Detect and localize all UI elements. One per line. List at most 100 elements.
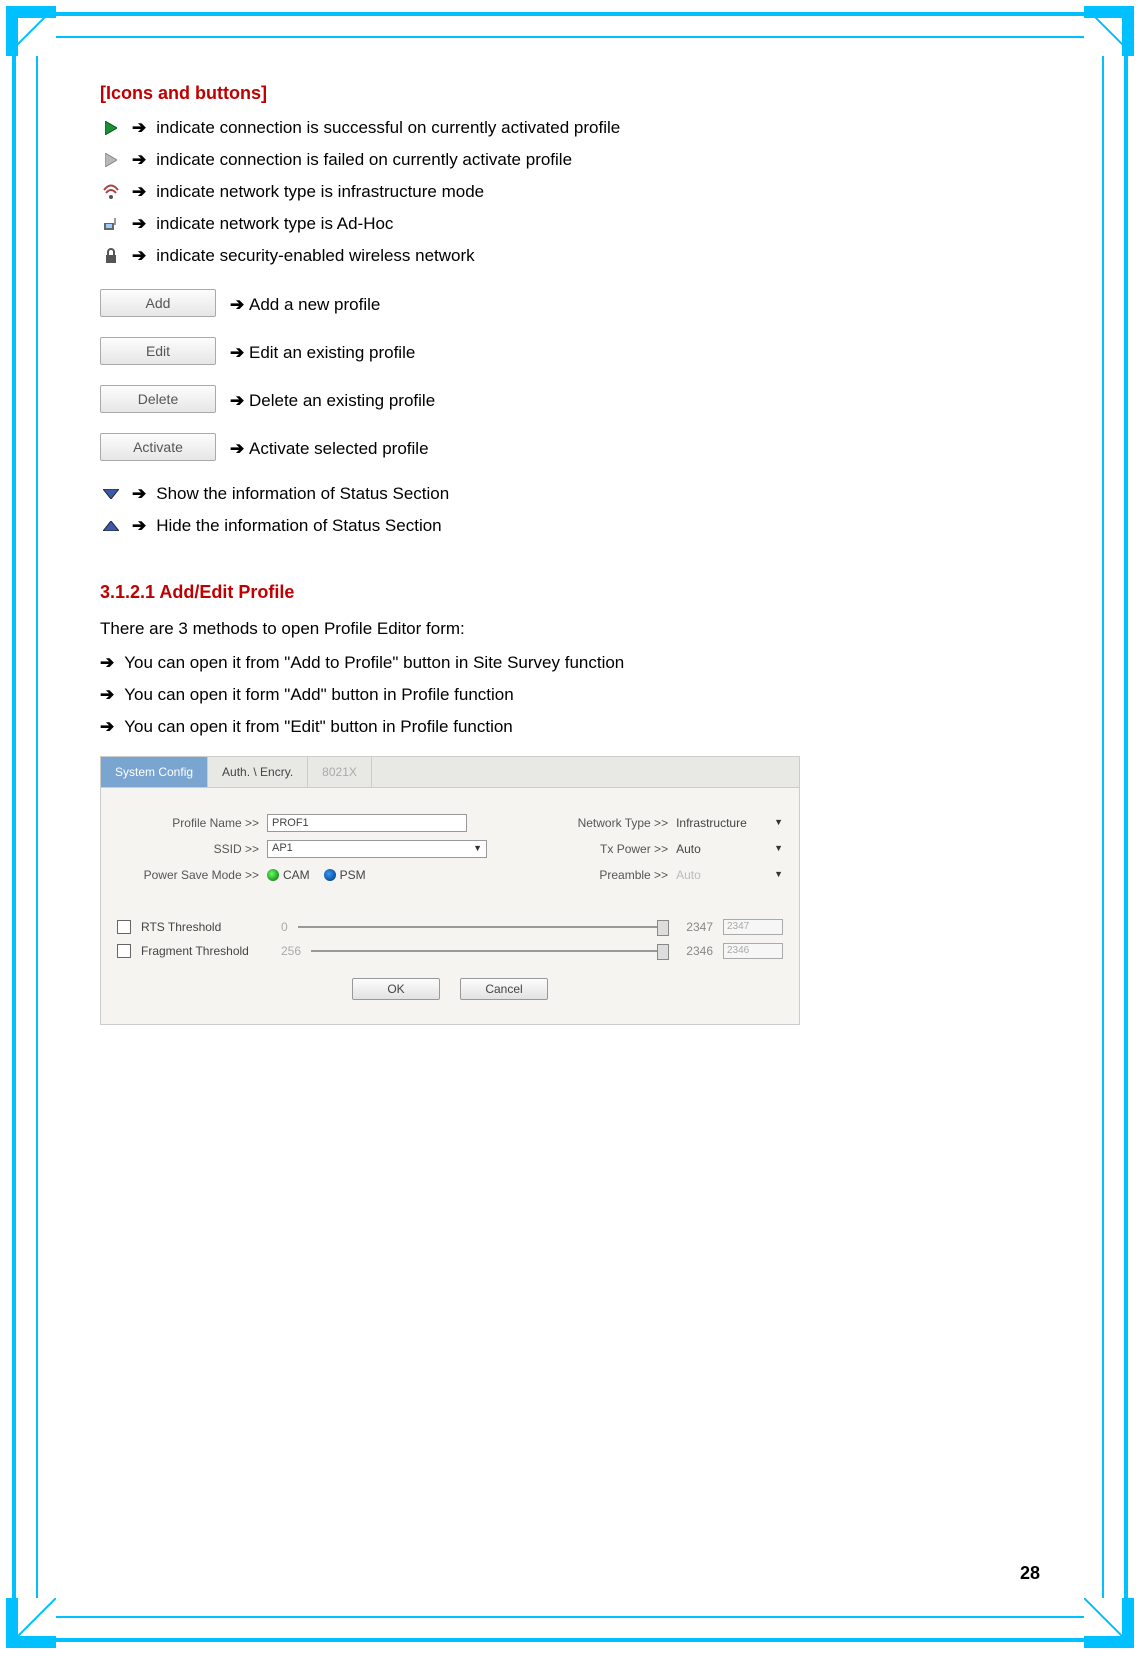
- preamble-label: Preamble >>: [568, 866, 668, 884]
- chevron-up-icon: [100, 521, 122, 531]
- fragment-checkbox[interactable]: [117, 944, 131, 958]
- corner-tl: [6, 6, 56, 56]
- legend-text: indicate security-enabled wireless netwo…: [156, 243, 474, 269]
- rts-value-box[interactable]: 2347: [723, 919, 783, 935]
- legend-row: ➔ indicate network type is Ad-Hoc: [100, 211, 1040, 237]
- corner-br: [1084, 1598, 1134, 1648]
- rts-threshold-row: RTS Threshold 0 2347 2347: [117, 918, 783, 936]
- tabs: System Config Auth. \ Encry. 8021X: [101, 757, 799, 788]
- adhoc-icon: [100, 215, 122, 233]
- corner-tr: [1084, 6, 1134, 56]
- legend-text: Hide the information of Status Section: [156, 513, 441, 539]
- button-desc: Delete an existing profile: [249, 388, 435, 414]
- power-save-row: Power Save Mode >> CAM PSM Preamble >> A…: [117, 866, 783, 884]
- page-content: [Icons and buttons] ➔ indicate connectio…: [100, 80, 1040, 1025]
- button-desc: Add a new profile: [249, 292, 380, 318]
- tab-auth-encry[interactable]: Auth. \ Encry.: [208, 757, 308, 787]
- fragment-slider[interactable]: [311, 950, 663, 952]
- network-type-value[interactable]: Infrastructure: [676, 814, 766, 832]
- activate-button[interactable]: Activate: [100, 433, 216, 461]
- legend-text: indicate network type is Ad-Hoc: [156, 211, 393, 237]
- method-text: You can open it form "Add" button in Pro…: [124, 682, 513, 708]
- infrastructure-icon: [100, 183, 122, 201]
- frag-min: 256: [281, 942, 301, 960]
- arrow-icon: ➔: [100, 682, 114, 708]
- button-desc: Edit an existing profile: [249, 340, 415, 366]
- add-button[interactable]: Add: [100, 289, 216, 317]
- fragment-label: Fragment Threshold: [141, 942, 271, 960]
- arrow-icon: ➔: [230, 388, 244, 414]
- arrow-icon: ➔: [230, 292, 244, 318]
- legend-row: ➔ indicate connection is successful on c…: [100, 115, 1040, 141]
- arrow-icon: ➔: [132, 115, 146, 141]
- legend-row: ➔ indicate network type is infrastructur…: [100, 179, 1040, 205]
- dropdown-icon: ▼: [473, 842, 482, 856]
- method-row: ➔ You can open it form "Add" button in P…: [100, 682, 1040, 708]
- rts-max: 2347: [673, 918, 713, 936]
- play-icon-green: [100, 121, 122, 135]
- ssid-label: SSID >>: [117, 840, 267, 858]
- edit-button[interactable]: Edit: [100, 337, 216, 365]
- arrow-icon: ➔: [132, 513, 146, 539]
- arrow-icon: ➔: [230, 436, 244, 462]
- ok-button[interactable]: OK: [352, 978, 440, 1000]
- page-number: 28: [1020, 1563, 1040, 1584]
- legend-text: Show the information of Status Section: [156, 481, 449, 507]
- profile-name-input[interactable]: PROF1: [267, 814, 467, 832]
- delete-button[interactable]: Delete: [100, 385, 216, 413]
- editor-actions: OK Cancel: [117, 966, 783, 1012]
- network-type-label: Network Type >>: [568, 814, 668, 832]
- fragment-value-box[interactable]: 2346: [723, 943, 783, 959]
- tab-system-config[interactable]: System Config: [101, 757, 208, 787]
- cam-radio[interactable]: CAM: [267, 866, 310, 884]
- ssid-select[interactable]: AP1 ▼: [267, 840, 487, 858]
- legend-row: ➔ indicate connection is failed on curre…: [100, 147, 1040, 173]
- button-legend-row: Edit ➔ Edit an existing profile: [100, 337, 1040, 365]
- legend-text: indicate connection is successful on cur…: [156, 115, 620, 141]
- arrow-icon: ➔: [132, 147, 146, 173]
- method-row: ➔ You can open it from "Add to Profile" …: [100, 650, 1040, 676]
- method-row: ➔ You can open it from "Edit" button in …: [100, 714, 1040, 740]
- cancel-button[interactable]: Cancel: [460, 978, 548, 1000]
- arrow-icon: ➔: [132, 179, 146, 205]
- button-legend-row: Delete ➔ Delete an existing profile: [100, 385, 1040, 413]
- play-icon-grey: [100, 153, 122, 167]
- dropdown-icon: ▼: [774, 868, 783, 882]
- legend-row: ➔ Show the information of Status Section: [100, 481, 1040, 507]
- profile-editor: System Config Auth. \ Encry. 8021X Profi…: [100, 756, 800, 1025]
- profile-name-row: Profile Name >> PROF1 Network Type >> In…: [117, 814, 783, 832]
- method-text: You can open it from "Edit" button in Pr…: [124, 714, 513, 740]
- chevron-down-icon: [100, 489, 122, 499]
- ssid-row: SSID >> AP1 ▼ Tx Power >> Auto ▼: [117, 840, 783, 858]
- preamble-value: Auto: [676, 866, 766, 884]
- power-save-label: Power Save Mode >>: [117, 866, 267, 884]
- frag-max: 2346: [673, 942, 713, 960]
- fragment-threshold-row: Fragment Threshold 256 2346 2346: [117, 942, 783, 960]
- tx-power-value[interactable]: Auto: [676, 840, 766, 858]
- add-edit-profile-heading: 3.1.2.1 Add/Edit Profile: [100, 579, 1040, 606]
- rts-checkbox[interactable]: [117, 920, 131, 934]
- method-text: You can open it from "Add to Profile" bu…: [124, 650, 624, 676]
- arrow-icon: ➔: [132, 243, 146, 269]
- arrow-icon: ➔: [100, 650, 114, 676]
- legend-row: ➔ indicate security-enabled wireless net…: [100, 243, 1040, 269]
- lock-icon: [100, 247, 122, 265]
- arrow-icon: ➔: [100, 714, 114, 740]
- button-legend-row: Activate ➔ Activate selected profile: [100, 433, 1040, 461]
- rts-label: RTS Threshold: [141, 918, 271, 936]
- button-desc: Activate selected profile: [249, 436, 429, 462]
- dropdown-icon[interactable]: ▼: [774, 842, 783, 856]
- legend-row: ➔ Hide the information of Status Section: [100, 513, 1040, 539]
- rts-slider[interactable]: [298, 926, 663, 928]
- dropdown-icon[interactable]: ▼: [774, 816, 783, 830]
- legend-text: indicate connection is failed on current…: [156, 147, 572, 173]
- tab-8021x[interactable]: 8021X: [308, 757, 372, 787]
- ssid-value: AP1: [272, 840, 293, 857]
- editor-body: Profile Name >> PROF1 Network Type >> In…: [101, 788, 799, 1024]
- tx-power-label: Tx Power >>: [568, 840, 668, 858]
- psm-radio[interactable]: PSM: [324, 866, 366, 884]
- arrow-icon: ➔: [132, 481, 146, 507]
- rts-min: 0: [281, 918, 288, 936]
- intro-text: There are 3 methods to open Profile Edit…: [100, 616, 1040, 642]
- profile-name-label: Profile Name >>: [117, 814, 267, 832]
